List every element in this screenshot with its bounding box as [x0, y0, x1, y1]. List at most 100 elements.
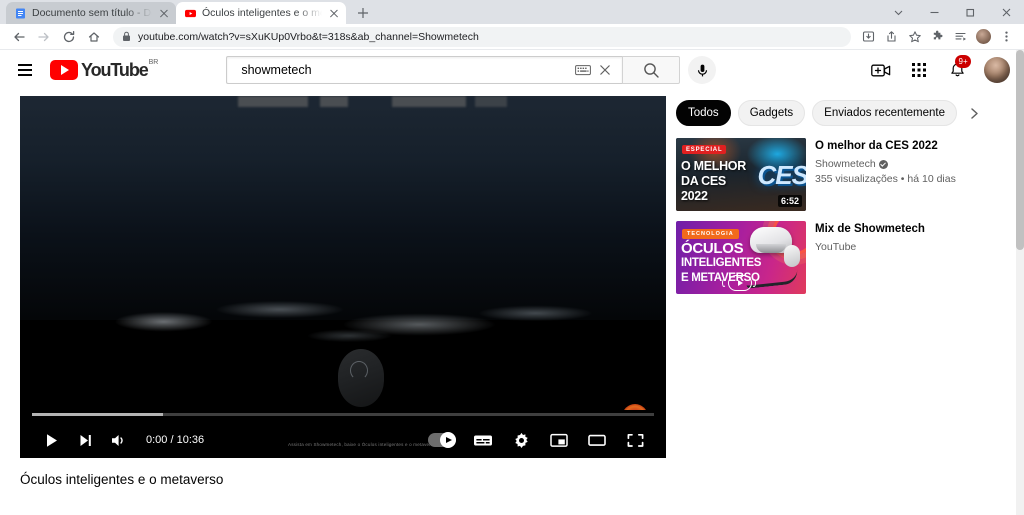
- related-video-channel[interactable]: Showmetech: [815, 158, 1024, 170]
- search-query-text: showmetech: [241, 63, 312, 77]
- related-video-channel[interactable]: YouTube: [815, 241, 1024, 253]
- page-scrollbar[interactable]: [1016, 50, 1024, 515]
- autoplay-toggle[interactable]: [428, 432, 456, 448]
- reading-list-icon[interactable]: [950, 26, 971, 47]
- thumbnail-logo-text: CES: [757, 160, 806, 190]
- youtube-content: 0:00 / 10:36 Assista em Showmetech, baix…: [0, 90, 1024, 487]
- channel-name: YouTube: [815, 241, 857, 253]
- video-thumbnail[interactable]: CES ESPECIAL O MELHOR DA CES 2022 6:52: [676, 138, 806, 211]
- thumbnail-headline-line1: ÓCULOS: [681, 240, 744, 257]
- chip-todos[interactable]: Todos: [676, 100, 731, 126]
- create-video-icon[interactable]: [870, 59, 892, 81]
- browser-tab-docs[interactable]: Documento sem título - Docume: [6, 2, 176, 24]
- tab-strip: Documento sem título - Docume Óculos int…: [0, 0, 1024, 24]
- related-video-meta: O melhor da CES 2022 Showmetech 355 visu…: [815, 138, 1024, 211]
- thumbnail-headline-line2: DA CES: [681, 174, 726, 188]
- volume-button[interactable]: [102, 423, 136, 457]
- thumbnail-headline-line3: 2022: [681, 189, 708, 203]
- window-controls: [880, 0, 1024, 24]
- related-video-item[interactable]: CES ESPECIAL O MELHOR DA CES 2022 6:52 O…: [676, 138, 1024, 211]
- install-icon[interactable]: [858, 26, 879, 47]
- miniplayer-button[interactable]: [542, 423, 576, 457]
- mix-wave-left-icon: [722, 279, 726, 287]
- home-icon[interactable]: [82, 25, 106, 49]
- notifications-icon[interactable]: 9+: [946, 55, 972, 81]
- primary-column: 0:00 / 10:36 Assista em Showmetech, baix…: [20, 96, 666, 487]
- lock-icon: [122, 31, 131, 42]
- address-bar[interactable]: youtube.com/watch?v=sXuKUp0Vrbo&t=318s&a…: [113, 26, 851, 47]
- close-icon[interactable]: [988, 0, 1024, 24]
- filter-chips: Todos Gadgets Enviados recentemente: [676, 100, 1024, 126]
- related-video-item[interactable]: TECNOLOGIA ÓCULOS INTELIGENTES E METAVER…: [676, 221, 1024, 294]
- video-frame: [20, 96, 666, 458]
- youtube-country-code: BR: [148, 59, 159, 66]
- toolbar-icons: [858, 26, 1017, 47]
- youtube-header-actions: 9+: [870, 55, 1016, 83]
- tab-search-icon[interactable]: [880, 0, 916, 24]
- voice-search-button[interactable]: [688, 56, 717, 84]
- chevron-right-icon[interactable]: [964, 100, 984, 126]
- search-button[interactable]: [622, 56, 681, 84]
- apps-grid-icon[interactable]: [908, 59, 930, 81]
- secondary-column: Todos Gadgets Enviados recentemente CES …: [676, 96, 1024, 487]
- browser-window: Documento sem título - Docume Óculos int…: [0, 0, 1024, 515]
- keyboard-icon[interactable]: [572, 59, 594, 81]
- thumbnail-tag: TECNOLOGIA: [682, 229, 739, 239]
- video-mist: [58, 269, 641, 364]
- back-arrow-icon[interactable]: [7, 25, 31, 49]
- autoplay-knob: [440, 432, 456, 448]
- video-duration-badge: 6:52: [777, 195, 802, 207]
- browser-tab-youtube[interactable]: Óculos inteligentes e o metavers: [176, 2, 346, 24]
- chip-enviados-recentemente[interactable]: Enviados recentemente: [812, 100, 957, 126]
- search-input[interactable]: showmetech: [226, 56, 623, 84]
- youtube-page: YouTube BR showmetech 9+ 0:00 / 10:36 As…: [0, 50, 1024, 515]
- thumbnail-headline-line1: O MELHOR: [681, 159, 746, 173]
- progress-bar[interactable]: [32, 413, 654, 416]
- reload-icon[interactable]: [57, 25, 81, 49]
- mix-wave-right-icon: [752, 279, 756, 287]
- bookmark-star-icon[interactable]: [904, 26, 925, 47]
- player-overlay-text: Assista em Showmetech, baixe o Óculos in…: [288, 442, 437, 447]
- video-player[interactable]: 0:00 / 10:36 Assista em Showmetech, baix…: [20, 96, 666, 458]
- video-top-bars: [20, 96, 666, 108]
- next-button[interactable]: [68, 423, 102, 457]
- thumbnail-headline-line2: INTELIGENTES: [681, 257, 762, 269]
- controls-row: 0:00 / 10:36 Assista em Showmetech, baix…: [20, 422, 666, 458]
- fullscreen-button[interactable]: [618, 423, 652, 457]
- scrollbar-thumb[interactable]: [1016, 50, 1024, 250]
- clear-search-icon[interactable]: [594, 59, 616, 81]
- settings-button[interactable]: [504, 423, 538, 457]
- related-video-title[interactable]: O melhor da CES 2022: [815, 139, 1024, 153]
- chrome-menu-icon[interactable]: [996, 26, 1017, 47]
- youtube-header: YouTube BR showmetech 9+: [0, 50, 1024, 90]
- minimize-icon[interactable]: [916, 0, 952, 24]
- share-icon[interactable]: [881, 26, 902, 47]
- extensions-icon[interactable]: [927, 26, 948, 47]
- player-controls: 0:00 / 10:36 Assista em Showmetech, baix…: [20, 410, 666, 458]
- play-button[interactable]: [34, 423, 68, 457]
- guide-menu-icon[interactable]: [12, 57, 38, 83]
- video-thumbnail[interactable]: TECNOLOGIA ÓCULOS INTELIGENTES E METAVER…: [676, 221, 806, 294]
- channel-name: Showmetech: [815, 158, 876, 170]
- related-video-title[interactable]: Mix de Showmetech: [815, 222, 1024, 236]
- new-tab-button[interactable]: [350, 2, 376, 24]
- youtube-play-icon: [50, 60, 78, 80]
- google-docs-icon: [15, 8, 26, 19]
- related-video-meta: Mix de Showmetech YouTube: [815, 221, 1024, 294]
- account-avatar[interactable]: [984, 57, 1010, 83]
- subtitles-button[interactable]: [466, 423, 500, 457]
- verified-badge-icon: [878, 159, 888, 169]
- forward-arrow-icon[interactable]: [32, 25, 56, 49]
- chip-gadgets[interactable]: Gadgets: [737, 100, 806, 126]
- progress-loaded: [32, 413, 163, 416]
- maximize-icon[interactable]: [952, 0, 988, 24]
- tab-close-icon[interactable]: [158, 7, 170, 19]
- theater-button[interactable]: [580, 423, 614, 457]
- youtube-logo[interactable]: YouTube BR: [50, 59, 159, 80]
- profile-avatar[interactable]: [976, 29, 991, 44]
- tab-close-icon[interactable]: [328, 7, 340, 19]
- address-bar-url: youtube.com/watch?v=sXuKUp0Vrbo&t=318s&a…: [138, 30, 479, 43]
- tab-title: Documento sem título - Docume: [32, 7, 152, 19]
- vr-controller-graphic: [784, 245, 800, 267]
- controls-right: [428, 423, 652, 457]
